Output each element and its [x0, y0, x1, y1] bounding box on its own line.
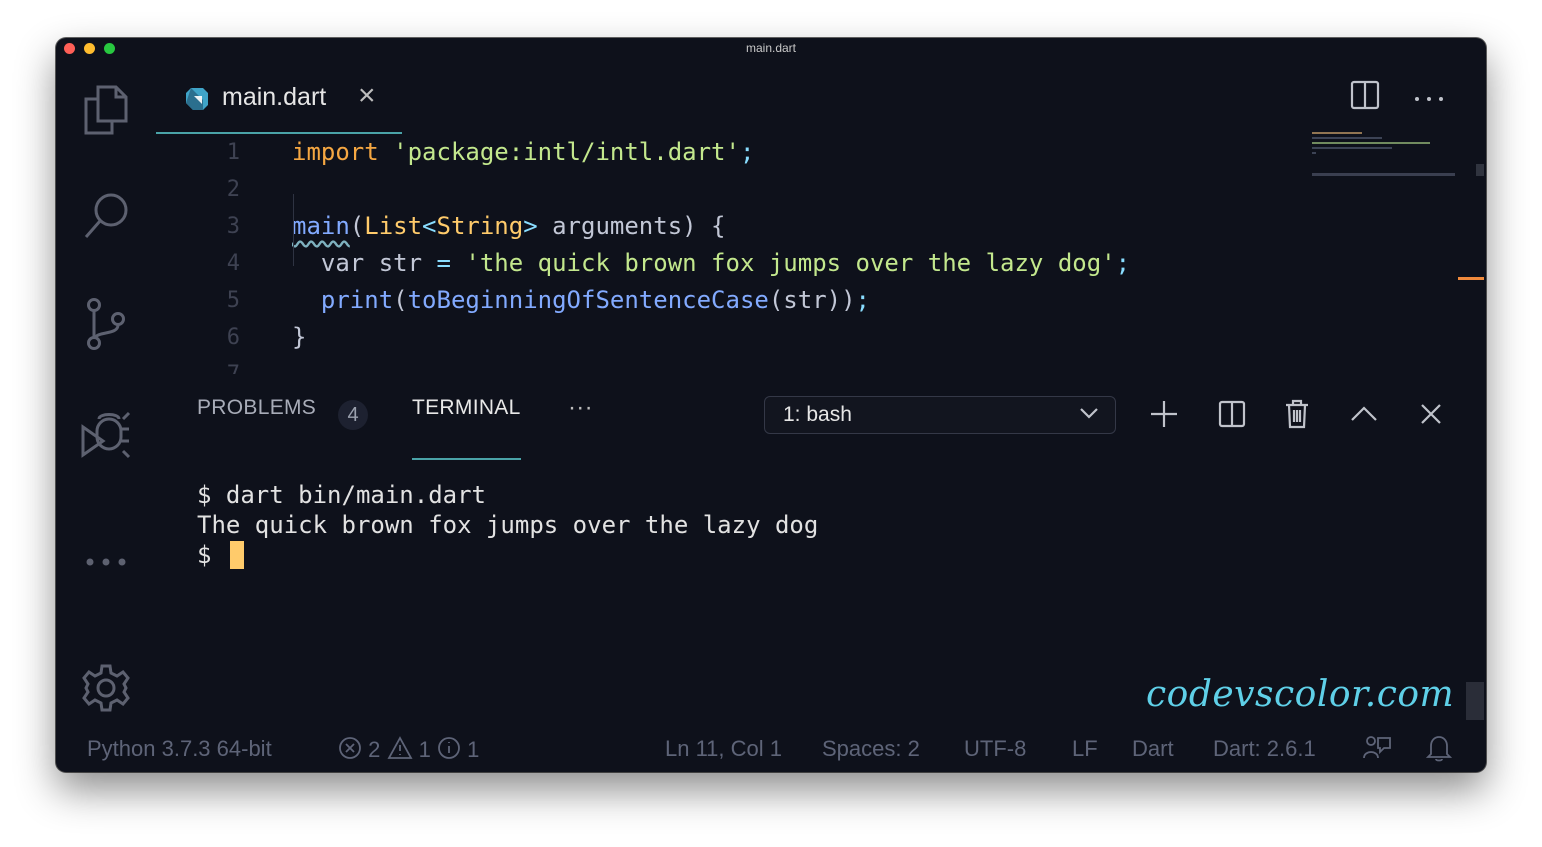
terminal-line: The quick brown fox jumps over the lazy …: [197, 511, 819, 539]
code-token: }: [292, 323, 307, 351]
minimap-slider[interactable]: [1312, 173, 1455, 176]
terminal-select-value: 1: bash: [783, 403, 852, 426]
debug-icon[interactable]: [78, 406, 134, 462]
new-terminal-icon[interactable]: [1146, 396, 1182, 432]
dart-sdk-version[interactable]: Dart: 2.6.1: [1213, 736, 1316, 762]
terminal-line: $ dart bin/main.dart: [197, 481, 486, 509]
search-icon[interactable]: [78, 188, 134, 244]
code-token: arguments) {: [537, 212, 726, 240]
code-token: 'package:intl/intl.dart': [393, 138, 740, 166]
watermark: codevscolor.com: [1146, 674, 1455, 715]
code-token: import: [292, 138, 379, 166]
line-number: 3: [226, 214, 240, 239]
code-text: }: [292, 319, 306, 356]
code-token: var str: [292, 249, 437, 277]
info-count: 1: [467, 737, 480, 762]
line-number: 6: [226, 325, 240, 350]
dart-file-icon: [184, 86, 210, 117]
terminal-prompt-line: $: [197, 540, 818, 570]
close-panel-icon[interactable]: [1413, 396, 1449, 432]
window-title: main.dart: [745, 41, 797, 55]
tab-problems[interactable]: PROBLEMS: [197, 396, 316, 446]
editor-more-actions-icon[interactable]: [1414, 90, 1444, 108]
code-token: (str)): [768, 286, 856, 314]
code-editor[interactable]: 1 import 'package:intl/intl.dart'; 2 3 main(…: [156, 134, 1306, 374]
code-token: ;: [1115, 249, 1131, 277]
code-token: String: [436, 212, 524, 240]
encoding[interactable]: UTF-8: [964, 736, 1026, 762]
overview-ruler-marker: [1458, 277, 1484, 280]
indentation[interactable]: Spaces: 2: [822, 736, 920, 762]
warning-icon: [386, 736, 413, 766]
line-number: 1: [226, 140, 240, 165]
cursor-position[interactable]: Ln 11, Col 1: [665, 736, 782, 762]
code-text: main(List<String> arguments) {: [292, 208, 726, 245]
code-token: =: [436, 249, 451, 277]
chevron-down-icon: [1079, 406, 1099, 425]
code-token: print: [320, 286, 394, 314]
terminal-output[interactable]: $ dart bin/main.dart The quick brown fox…: [197, 480, 818, 570]
panel-more-icon[interactable]: ···: [568, 394, 593, 444]
error-icon: [338, 736, 362, 766]
scrollbar-thumb[interactable]: [1476, 164, 1484, 176]
problems-summary[interactable]: 2 1 1: [338, 736, 479, 766]
source-control-icon[interactable]: [78, 296, 134, 352]
more-icon[interactable]: [78, 534, 134, 590]
code-token: ;: [739, 138, 755, 166]
terminal-select[interactable]: 1: bash: [764, 396, 1116, 434]
terminal-scrollbar[interactable]: [1466, 682, 1484, 720]
editor-window: main.dart main.dart × 1 import 'package:…: [56, 38, 1486, 772]
code-text: import 'package:intl/intl.dart';: [292, 134, 754, 171]
code-text: print(toBeginningOfSentenceCase(str));: [292, 282, 870, 319]
tab-label: main.dart: [222, 83, 327, 111]
code-token: main: [292, 212, 350, 240]
tab-terminal[interactable]: TERMINAL: [412, 396, 521, 460]
warning-count: 1: [418, 737, 431, 762]
close-tab-icon[interactable]: ×: [358, 81, 376, 111]
indent-guide: [293, 194, 294, 266]
activity-bar: [56, 58, 156, 748]
code-token: toBeginningOfSentenceCase: [407, 286, 769, 314]
trash-icon[interactable]: [1279, 396, 1315, 432]
code-token: >: [523, 212, 538, 240]
code-token: List: [364, 212, 423, 240]
notifications-bell-icon[interactable]: [1425, 734, 1453, 768]
info-icon: [437, 736, 461, 766]
minimap[interactable]: [1312, 132, 1457, 178]
line-number: 7: [206, 356, 240, 374]
code-token: <: [422, 212, 437, 240]
code-token: (: [393, 286, 408, 314]
settings-gear-icon[interactable]: [78, 660, 134, 716]
code-token: 'the quick brown fox jumps over the lazy…: [465, 249, 1116, 277]
language-mode[interactable]: Dart: [1132, 736, 1174, 762]
split-terminal-icon[interactable]: [1214, 396, 1250, 432]
files-icon[interactable]: [78, 82, 134, 138]
title-bar: main.dart: [56, 38, 1486, 58]
code-token: (: [349, 212, 365, 240]
line-number: 4: [226, 251, 240, 276]
problems-count-badge: 4: [338, 400, 368, 430]
status-bar: Python 3.7.3 64-bit 2 1 1 Ln 11, Col 1 S…: [56, 728, 1486, 772]
terminal-prompt: $: [197, 541, 226, 569]
chevron-up-icon[interactable]: [1346, 396, 1382, 432]
code-token: ;: [855, 286, 870, 314]
terminal-cursor: [229, 541, 244, 569]
end-of-line[interactable]: LF: [1072, 736, 1098, 762]
split-editor-icon[interactable]: [1350, 80, 1380, 115]
error-count: 2: [368, 737, 381, 762]
tab-main-dart[interactable]: main.dart ×: [156, 78, 402, 134]
code-text: var str = 'the quick brown fox jumps ove…: [292, 245, 1130, 282]
line-number: 5: [226, 288, 240, 313]
line-number: 2: [226, 177, 240, 202]
feedback-icon[interactable]: [1362, 734, 1392, 768]
python-interpreter[interactable]: Python 3.7.3 64-bit: [87, 736, 272, 762]
